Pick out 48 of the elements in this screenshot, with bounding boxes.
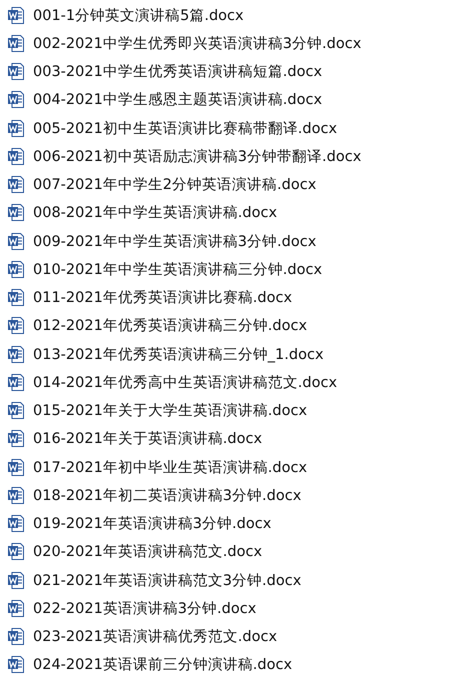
document-icon xyxy=(8,430,24,448)
document-icon xyxy=(8,458,24,476)
document-icon xyxy=(8,515,24,532)
document-icon xyxy=(8,656,24,674)
document-icon xyxy=(8,486,24,504)
file-name[interactable]: 023-2021英语演讲稿优秀范文.docx xyxy=(33,627,278,646)
document-icon xyxy=(8,260,24,278)
file-name[interactable]: 006-2021初中英语励志演讲稿3分钟带翻译.docx xyxy=(33,146,362,166)
document-icon xyxy=(8,91,24,108)
document-icon xyxy=(8,34,24,52)
file-name[interactable]: 013-2021年优秀英语演讲稿三分钟_1.docx xyxy=(33,344,324,364)
file-name[interactable]: 024-2021英语课前三分钟演讲稿.docx xyxy=(33,655,292,674)
document-icon xyxy=(8,63,24,80)
file-name[interactable]: 008-2021年中学生英语演讲稿.docx xyxy=(33,203,278,222)
file-name[interactable]: 014-2021年优秀高中生英语演讲稿范文.docx xyxy=(33,372,338,392)
file-name[interactable]: 022-2021英语演讲稿3分钟.docx xyxy=(33,598,256,618)
document-icon xyxy=(8,176,24,194)
file-name[interactable]: 010-2021年中学生英语演讲稿三分钟.docx xyxy=(33,260,322,279)
document-icon xyxy=(8,543,24,560)
document-icon xyxy=(8,600,24,617)
document-icon xyxy=(8,120,24,137)
document-icon xyxy=(8,232,24,250)
document-icon xyxy=(8,6,24,24)
file-name[interactable]: 017-2021年初中毕业生英语演讲稿.docx xyxy=(33,458,308,477)
file-name[interactable]: 012-2021年优秀英语演讲稿三分钟.docx xyxy=(33,316,308,336)
file-name[interactable]: 005-2021初中生英语演讲比赛稿带翻译.docx xyxy=(33,118,338,138)
file-name[interactable]: 002-2021中学生优秀即兴英语演讲稿3分钟.docx xyxy=(33,34,362,53)
document-icon xyxy=(8,346,24,363)
document-icon xyxy=(8,317,24,334)
document-icon xyxy=(8,148,24,165)
file-name[interactable]: 015-2021年关于大学生英语演讲稿.docx xyxy=(33,401,308,420)
file-name[interactable]: 004-2021中学生感恩主题英语演讲稿.docx xyxy=(33,90,322,110)
file-name[interactable]: 021-2021年英语演讲稿范文3分钟.docx xyxy=(33,570,302,590)
document-icon xyxy=(8,374,24,391)
document-icon xyxy=(8,628,24,646)
document-icon xyxy=(8,204,24,222)
document-icon xyxy=(8,402,24,420)
file-name[interactable]: 019-2021年英语演讲稿3分钟.docx xyxy=(33,514,272,534)
file-name[interactable]: 018-2021年初二英语演讲稿3分钟.docx xyxy=(33,486,302,505)
file-name[interactable]: 016-2021年关于英语演讲稿.docx xyxy=(33,429,262,448)
file-name[interactable]: 007-2021年中学生2分钟英语演讲稿.docx xyxy=(33,175,316,194)
document-icon xyxy=(8,289,24,306)
document-icon xyxy=(8,572,24,589)
file-name[interactable]: 009-2021年中学生英语演讲稿3分钟.docx xyxy=(33,232,316,251)
file-name[interactable]: 011-2021年优秀英语演讲比赛稿.docx xyxy=(33,288,292,308)
file-name[interactable]: 003-2021中学生优秀英语演讲稿短篇.docx xyxy=(33,62,322,82)
file-name[interactable]: 001-1分钟英文演讲稿5篇.docx xyxy=(33,6,244,25)
file-name[interactable]: 020-2021年英语演讲稿范文.docx xyxy=(33,542,262,562)
